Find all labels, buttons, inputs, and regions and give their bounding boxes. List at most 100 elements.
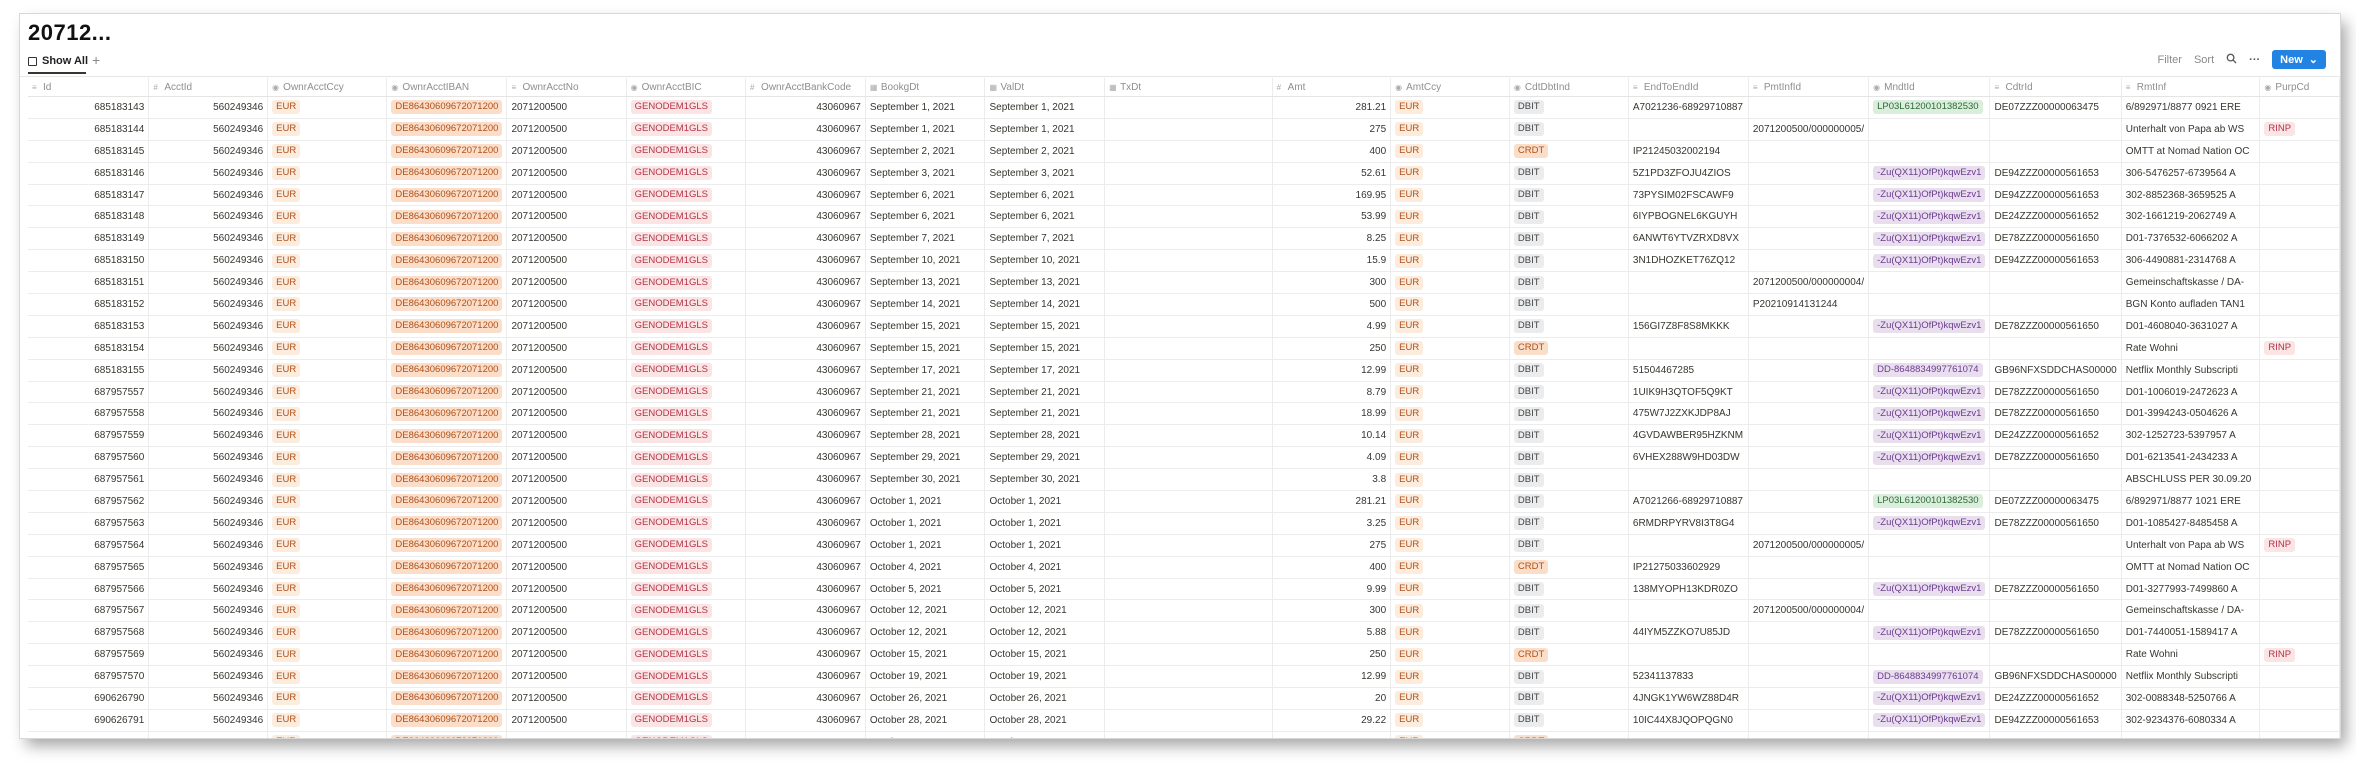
cell-endtoendid[interactable]	[1628, 731, 1749, 738]
table-row[interactable]: 687957567 560249346 EUR DE86430609672071200…	[28, 599, 2340, 623]
cell-ownracctno[interactable]: 2071200500	[506, 731, 627, 738]
cell-cdtdbtind[interactable]: DBIT	[1509, 709, 1629, 732]
cell-mndtid[interactable]: -Zu(QX11)OfPt)kqwEzv1	[1868, 709, 1991, 732]
cell-amt[interactable]: 29.22	[1272, 709, 1392, 732]
cell-purpcd[interactable]: RINP	[2259, 337, 2340, 360]
cell-id[interactable]: 685183148	[28, 205, 150, 229]
cell-acctid[interactable]: 560249346	[148, 96, 269, 119]
cell-ownracctbic[interactable]: GENODEM1GLS	[626, 621, 747, 645]
cell-valdt[interactable]: October 28, 2021	[984, 709, 1106, 732]
cell-purpcd[interactable]	[2259, 731, 2340, 738]
cell-purpcd[interactable]	[2259, 556, 2340, 579]
cell-ownracctno[interactable]: 2071200500	[506, 424, 627, 448]
cell-ownracctiban[interactable]: DE86430609672071200	[386, 337, 508, 360]
cell-bookgdt[interactable]: October 1, 2021	[865, 490, 986, 513]
cell-ownracctbankcode[interactable]: 43060967	[745, 556, 866, 579]
cell-ownracctno[interactable]: 2071200500	[506, 359, 627, 382]
cell-ownracctbic[interactable]: GENODEM1GLS	[626, 490, 747, 513]
cell-endtoendid[interactable]: IP21245032002194	[1628, 140, 1749, 163]
cell-id[interactable]: 685183149	[28, 227, 150, 251]
cell-purpcd[interactable]: RINP	[2259, 118, 2340, 141]
cell-rmtinf[interactable]: 6/892971/8877 0921 ERE	[2121, 96, 2261, 119]
table-row[interactable]: 685183146 560249346 EUR DE86430609672071200…	[28, 162, 2340, 185]
cell-endtoendid[interactable]: 73PYSIM02FSCAWF9	[1628, 184, 1749, 207]
cell-amtccy[interactable]: EUR	[1390, 140, 1510, 163]
cell-bookgdt[interactable]: October 15, 2021	[865, 643, 986, 667]
cell-cdtdbtind[interactable]: DBIT	[1509, 468, 1629, 492]
cell-ownracctno[interactable]: 2071200500	[506, 643, 627, 667]
cell-ownracctiban[interactable]: DE86430609672071200	[386, 162, 508, 185]
cell-acctid[interactable]: 560249346	[148, 315, 269, 338]
cell-ownracctbankcode[interactable]: 43060967	[745, 205, 866, 229]
cell-rmtinf[interactable]: D01-3994243-0504626 A	[2121, 402, 2261, 426]
cell-endtoendid[interactable]: A7021236-68929710887	[1628, 96, 1749, 119]
cell-pmtinfid[interactable]	[1748, 512, 1870, 535]
cell-cdtdbtind[interactable]: CRDT	[1509, 731, 1629, 738]
cell-amtccy[interactable]: EUR	[1390, 446, 1510, 470]
cell-ownracctno[interactable]: 2071200500	[506, 621, 627, 645]
cell-cdtrid[interactable]: DE94ZZZ00000561653	[1989, 249, 2122, 273]
cell-bookgdt[interactable]: September 1, 2021	[865, 118, 986, 141]
cell-cdtrid[interactable]: DE07ZZZ00000063475	[1989, 490, 2122, 513]
cell-pmtinfid[interactable]	[1748, 468, 1870, 492]
cell-pmtinfid[interactable]	[1748, 337, 1870, 360]
cell-cdtdbtind[interactable]: DBIT	[1509, 162, 1629, 185]
cell-ownracctno[interactable]: 2071200500	[506, 687, 627, 710]
cell-amtccy[interactable]: EUR	[1390, 315, 1510, 338]
cell-cdtrid[interactable]: DE78ZZZ00000561650	[1989, 512, 2122, 535]
cell-txdt[interactable]	[1104, 140, 1273, 163]
cell-amt[interactable]: 4.99	[1272, 315, 1392, 338]
cell-pmtinfid[interactable]	[1748, 402, 1870, 426]
cell-ownracctbic[interactable]: GENODEM1GLS	[626, 337, 747, 360]
cell-endtoendid[interactable]: 10IC44X8JQOPQGN0	[1628, 709, 1749, 732]
cell-endtoendid[interactable]	[1628, 293, 1749, 316]
cell-txdt[interactable]	[1104, 162, 1273, 185]
cell-ownracctiban[interactable]: DE86430609672071200	[386, 140, 508, 163]
cell-ownracctccy[interactable]: EUR	[267, 271, 388, 295]
cell-amtccy[interactable]: EUR	[1390, 227, 1510, 251]
cell-endtoendid[interactable]: 5Z1PD3ZFOJU4ZIOS	[1628, 162, 1749, 185]
cell-mndtid[interactable]: -Zu(QX11)OfPt)kqwEzv1	[1868, 512, 1991, 535]
cell-cdtdbtind[interactable]: DBIT	[1509, 293, 1629, 316]
cell-ownracctbic[interactable]: GENODEM1GLS	[626, 359, 747, 382]
cell-purpcd[interactable]	[2259, 96, 2340, 119]
table-row[interactable]: 685183147 560249346 EUR DE86430609672071200…	[28, 184, 2340, 207]
cell-amtccy[interactable]: EUR	[1390, 643, 1510, 667]
cell-bookgdt[interactable]: October 19, 2021	[865, 665, 986, 689]
cell-ownracctbic[interactable]: GENODEM1GLS	[626, 227, 747, 251]
cell-ownracctiban[interactable]: DE86430609672071200	[386, 512, 508, 535]
cell-endtoendid[interactable]: 6IYPBOGNEL6KGUYH	[1628, 205, 1749, 229]
cell-rmtinf[interactable]: OMTT at Nomad Nation OC	[2121, 140, 2261, 163]
cell-acctid[interactable]: 560249346	[148, 556, 269, 579]
cell-mndtid[interactable]	[1868, 731, 1991, 738]
cell-rmtinf[interactable]: Rate Wohni	[2121, 337, 2261, 360]
cell-ownracctbankcode[interactable]: 43060967	[745, 337, 866, 360]
cell-ownracctccy[interactable]: EUR	[267, 490, 388, 513]
cell-rmtinf[interactable]: 302-1661219-2062749 A	[2121, 205, 2261, 229]
cell-txdt[interactable]	[1104, 315, 1273, 338]
cell-ownracctccy[interactable]: EUR	[267, 643, 388, 667]
cell-id[interactable]: 687957560	[28, 446, 150, 470]
cell-amtccy[interactable]: EUR	[1390, 687, 1510, 710]
cell-amtccy[interactable]: EUR	[1390, 534, 1510, 557]
cell-acctid[interactable]: 560249346	[148, 162, 269, 185]
cell-rmtinf[interactable]: D01-1085427-8485458 A	[2121, 512, 2261, 535]
cell-cdtrid[interactable]	[1989, 271, 2122, 295]
cell-ownracctbankcode[interactable]: 43060967	[745, 118, 866, 141]
cell-id[interactable]: 685183144	[28, 118, 150, 141]
cell-purpcd[interactable]	[2259, 162, 2340, 185]
cell-cdtrid[interactable]: DE24ZZZ00000561652	[1989, 687, 2122, 710]
cell-amtccy[interactable]: EUR	[1390, 162, 1510, 185]
sort-button[interactable]: Sort	[2194, 54, 2214, 66]
cell-valdt[interactable]: September 30, 2021	[984, 468, 1106, 492]
cell-rmtinf[interactable]: 306-5476257-6739564 A	[2121, 162, 2261, 185]
filter-button[interactable]: Filter	[2158, 54, 2182, 66]
table-row[interactable]: 687957560 560249346 EUR DE86430609672071200…	[28, 446, 2340, 470]
table-row[interactable]: 690626792560249346EURDE86430609672071200…	[28, 731, 2340, 738]
cell-acctid[interactable]: 560249346	[148, 446, 269, 470]
cell-ownracctbankcode[interactable]: 43060967	[745, 578, 866, 601]
column-header-pmtinfid[interactable]: ≡ PmtInfId	[1748, 78, 1870, 97]
cell-amt[interactable]: 275	[1272, 534, 1392, 557]
cell-cdtrid[interactable]: DE78ZZZ00000561650	[1989, 227, 2122, 251]
cell-amt[interactable]: 300	[1272, 599, 1392, 623]
